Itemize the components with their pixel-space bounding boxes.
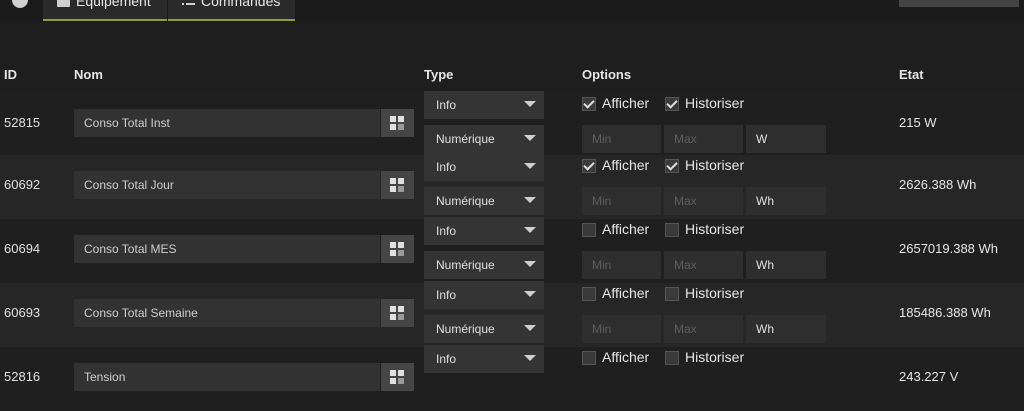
row-id: 60692 (4, 177, 40, 192)
name-input[interactable]: Conso Total Inst (74, 109, 380, 137)
chevron-down-icon (524, 227, 536, 233)
state-value: 185486.388 Wh (899, 305, 991, 320)
afficher-checkbox[interactable] (582, 223, 596, 237)
back-icon[interactable] (12, 0, 28, 8)
type-select[interactable]: Info (424, 217, 544, 245)
afficher-checkbox[interactable] (582, 159, 596, 173)
afficher-label: Afficher (602, 157, 649, 173)
cubes-icon (390, 370, 404, 384)
col-options: Options (582, 67, 631, 82)
name-input[interactable]: Conso Total Semaine (74, 299, 380, 327)
name-input[interactable]: Tension (74, 363, 380, 391)
afficher-checkbox[interactable] (582, 97, 596, 111)
config-button[interactable] (381, 109, 414, 137)
row-id: 60693 (4, 305, 40, 320)
historiser-label: Historiser (685, 285, 744, 301)
row-id: 52816 (4, 369, 40, 384)
config-button[interactable] (381, 171, 414, 199)
historiser-checkbox[interactable] (665, 287, 679, 301)
name-input[interactable]: Conso Total MES (74, 235, 380, 263)
historiser-checkbox[interactable] (665, 351, 679, 365)
table-row: 60694 Conso Total MES Info Numérique Affiche… (0, 219, 1024, 283)
type-select[interactable]: Info (424, 91, 544, 119)
historiser-label: Historiser (685, 95, 744, 111)
cubes-icon (390, 306, 404, 320)
chevron-down-icon (524, 101, 536, 107)
config-button[interactable] (381, 299, 414, 327)
min-input[interactable]: Min (582, 125, 661, 153)
max-input[interactable]: Max (664, 315, 743, 343)
subtype-select[interactable]: Numérique (424, 125, 544, 153)
table-row: 60693 Conso Total Semaine Info Numérique Aff… (0, 283, 1024, 347)
historiser-label: Historiser (685, 221, 744, 237)
afficher-checkbox[interactable] (582, 351, 596, 365)
afficher-label: Afficher (602, 349, 649, 365)
equipment-icon (57, 0, 70, 7)
chevron-down-icon (524, 261, 536, 267)
type-select[interactable]: Info (424, 345, 544, 373)
historiser-checkbox[interactable] (665, 97, 679, 111)
afficher-checkbox[interactable] (582, 287, 596, 301)
tab-equipement[interactable]: Equipement (43, 0, 167, 21)
subtype-select[interactable]: Numérique (424, 251, 544, 279)
cubes-icon (390, 116, 404, 130)
list-icon (182, 0, 195, 7)
state-value: 2657019.388 Wh (899, 241, 998, 256)
chevron-down-icon (524, 291, 536, 297)
afficher-label: Afficher (602, 285, 649, 301)
top-action-button[interactable] (899, 0, 1019, 7)
state-value: 215 W (899, 115, 937, 130)
chevron-down-icon (524, 325, 536, 331)
chevron-down-icon (524, 355, 536, 361)
unit-input[interactable]: Wh (746, 315, 826, 343)
table-row: 52816 Tension Info Afficher Historiser 243.22… (0, 347, 1024, 411)
config-button[interactable] (381, 363, 414, 391)
state-value: 243.227 V (899, 369, 958, 384)
chevron-down-icon (524, 197, 536, 203)
subtype-select[interactable]: Numérique (424, 315, 544, 343)
max-input[interactable]: Max (664, 125, 743, 153)
row-id: 60694 (4, 241, 40, 256)
max-input[interactable]: Max (664, 187, 743, 215)
state-value: 2626.388 Wh (899, 177, 976, 192)
type-select[interactable]: Info (424, 281, 544, 309)
type-select[interactable]: Info (424, 153, 544, 181)
unit-input[interactable]: W (746, 125, 826, 153)
historiser-checkbox[interactable] (665, 223, 679, 237)
chevron-down-icon (524, 135, 536, 141)
table-row: 52815 Conso Total Inst Info Numérique Affich… (0, 93, 1024, 157)
afficher-label: Afficher (602, 95, 649, 111)
historiser-checkbox[interactable] (665, 159, 679, 173)
afficher-label: Afficher (602, 221, 649, 237)
historiser-label: Historiser (685, 349, 744, 365)
chevron-down-icon (524, 163, 536, 169)
min-input[interactable]: Min (582, 315, 661, 343)
max-input[interactable]: Max (664, 251, 743, 279)
table-header: ID Nom Type Options Etat (0, 67, 1024, 85)
subtype-select[interactable]: Numérique (424, 187, 544, 215)
min-input[interactable]: Min (582, 187, 661, 215)
config-button[interactable] (381, 235, 414, 263)
unit-input[interactable]: Wh (746, 187, 826, 215)
name-input[interactable]: Conso Total Jour (74, 171, 380, 199)
tab-bar: Equipement Commandes (0, 0, 1024, 22)
row-id: 52815 (4, 115, 40, 130)
col-id: ID (4, 67, 17, 82)
unit-input[interactable]: Wh (746, 251, 826, 279)
cubes-icon (390, 242, 404, 256)
col-name: Nom (74, 67, 103, 82)
col-state: Etat (899, 67, 924, 82)
table-row: 60692 Conso Total Jour Info Numérique Affich… (0, 155, 1024, 219)
col-type: Type (424, 67, 453, 82)
tab-commandes[interactable]: Commandes (168, 0, 295, 21)
cubes-icon (390, 178, 404, 192)
historiser-label: Historiser (685, 157, 744, 173)
min-input[interactable]: Min (582, 251, 661, 279)
